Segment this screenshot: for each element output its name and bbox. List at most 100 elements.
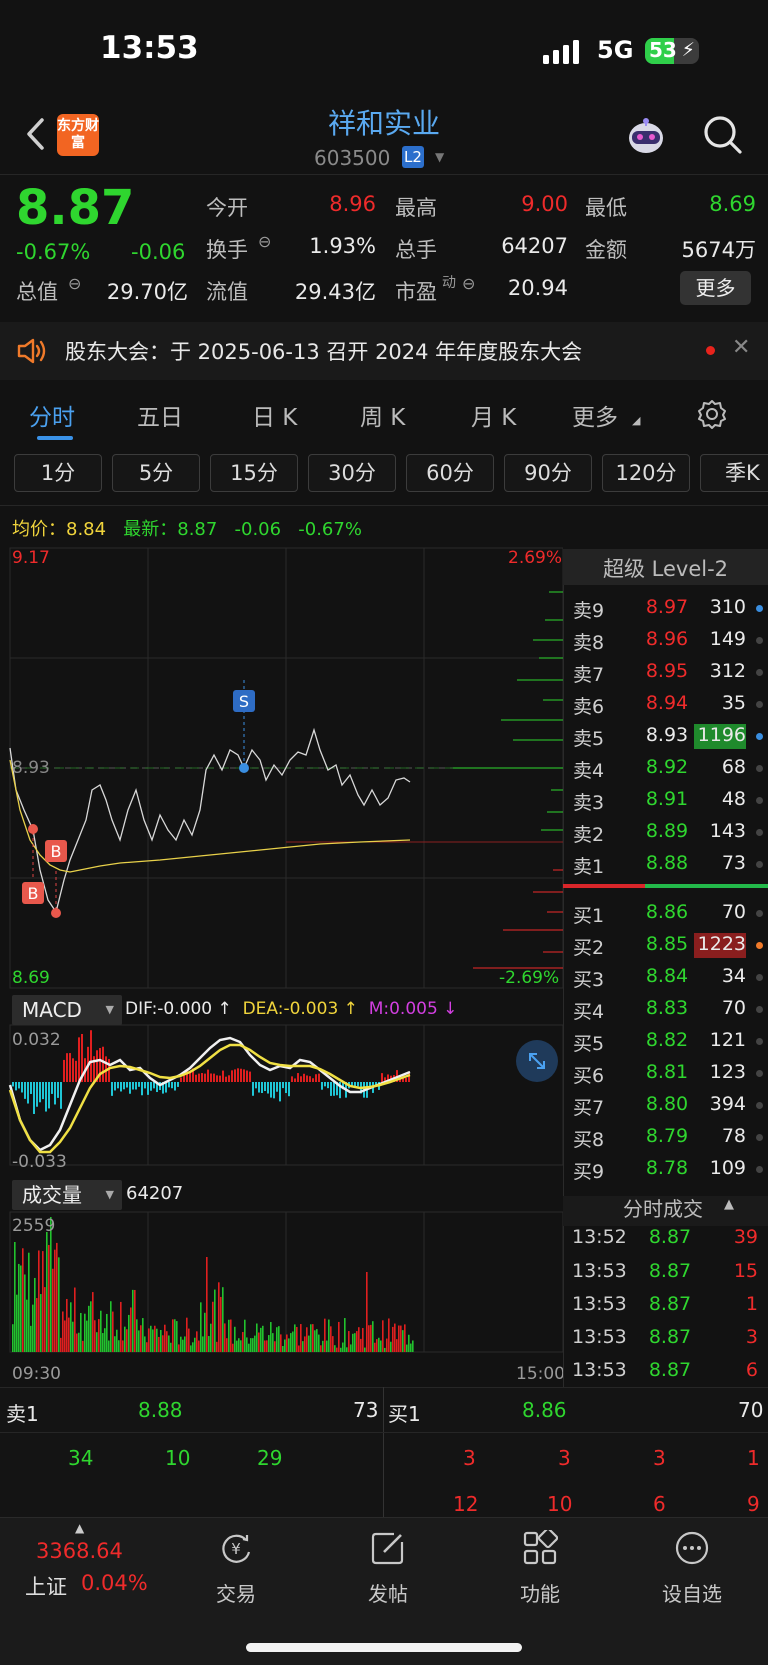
macd-bar [279, 1082, 281, 1102]
bid-volume: 70 [721, 901, 746, 923]
tab-trade[interactable]: ¥ 交易 [176, 1530, 296, 1607]
indicator-select-volume[interactable]: 成交量 ▼ [12, 1180, 122, 1210]
volume-bar [356, 1331, 358, 1352]
close-icon[interactable]: ✕ [732, 335, 750, 360]
volume-bar [102, 1333, 104, 1352]
bid-row[interactable]: 买3 8.84 34 [563, 962, 768, 992]
level2-badge: L2 [402, 146, 424, 168]
index-value[interactable]: 3368.64 [36, 1539, 123, 1563]
intraday-chart[interactable]: S B B [0, 540, 563, 1390]
ask-row[interactable]: 卖9 8.97 310 [563, 593, 768, 623]
robot-assistant-icon[interactable] [624, 114, 668, 158]
search-icon[interactable] [702, 114, 744, 156]
macd-bar [135, 1082, 137, 1090]
gear-icon[interactable] [697, 399, 727, 429]
ask-row[interactable]: 卖5 8.93 1196 [563, 721, 768, 751]
info-icon[interactable]: ⊖ [68, 274, 81, 293]
tab-five-day[interactable]: 五日 [137, 398, 183, 432]
chevron-up-icon[interactable]: ▲ [724, 1197, 734, 1212]
tab-intraday[interactable]: 分时 [29, 398, 75, 432]
macd-bar [39, 1082, 41, 1103]
bid-row[interactable]: 买8 8.79 78 [563, 1122, 768, 1152]
volume-bar [258, 1332, 260, 1352]
volume-bar [162, 1335, 164, 1352]
macd-bar [78, 1037, 80, 1082]
bid-row[interactable]: 买1 8.86 70 [563, 898, 768, 928]
bid-row[interactable]: 买7 8.80 394 [563, 1090, 768, 1120]
volume-bar [164, 1324, 166, 1352]
macd-bar [318, 1073, 320, 1082]
tab-more[interactable]: 更多 [572, 398, 618, 432]
bid-row[interactable]: 买5 8.82 121 [563, 1026, 768, 1056]
tick-price: 8.87 [648, 1260, 692, 1282]
period-1min[interactable]: 1分 [14, 454, 102, 492]
bid-row[interactable]: 买6 8.81 123 [563, 1058, 768, 1088]
ticks-title[interactable]: 分时成交 [623, 1193, 703, 1222]
macd-bar [252, 1082, 254, 1096]
notice-text[interactable]: 股东大会：于 2025-06-13 召开 2024 年年度股东大会 [65, 336, 582, 366]
ask-row[interactable]: 卖2 8.89 143 [563, 817, 768, 847]
period-60min[interactable]: 60分 [406, 454, 494, 492]
volume-bar [88, 1305, 90, 1352]
ask-row[interactable]: 卖1 8.88 73 [563, 849, 768, 879]
expand-chart-button[interactable] [516, 1040, 558, 1082]
level2-title[interactable]: 超级 Level-2 [563, 553, 768, 583]
bid-row[interactable]: 买4 8.83 70 [563, 994, 768, 1024]
tab-weekly-k[interactable]: 周 K [360, 398, 405, 432]
volume-bar [318, 1334, 320, 1352]
macd-bar [219, 1075, 221, 1082]
period-90min[interactable]: 90分 [504, 454, 592, 492]
bid-row[interactable]: 买9 8.78 109 [563, 1154, 768, 1184]
turnover-label: 换手 [206, 238, 248, 262]
ask-row[interactable]: 卖4 8.92 68 [563, 753, 768, 783]
period-15min[interactable]: 15分 [210, 454, 298, 492]
status-dot [756, 1070, 763, 1077]
index-change[interactable]: 0.04% [81, 1571, 148, 1595]
period-quarter-k[interactable]: 季K [700, 454, 768, 492]
info-icon[interactable]: ⊖ [258, 232, 271, 251]
volume-bar [292, 1331, 294, 1352]
ask-row[interactable]: 卖3 8.91 48 [563, 785, 768, 815]
macd-bar [264, 1082, 266, 1092]
status-dot [756, 733, 763, 740]
volume-bar [210, 1323, 212, 1352]
more-button[interactable]: 更多 [680, 271, 751, 305]
ref-price-label: 8.93 [12, 758, 50, 778]
bid-queue-item: 9 [747, 1492, 760, 1516]
status-dot [756, 701, 763, 708]
info-icon[interactable]: ⊖ [462, 274, 475, 293]
bid-price: 8.78 [645, 1157, 689, 1179]
tab-post[interactable]: 发帖 [328, 1530, 448, 1607]
amount-label: 金额 [585, 238, 627, 262]
macd-bar [90, 1030, 92, 1082]
volume-bar [406, 1344, 408, 1352]
ask-row[interactable]: 卖7 8.95 312 [563, 657, 768, 687]
period-5min[interactable]: 5分 [112, 454, 200, 492]
macd-bar [201, 1073, 203, 1082]
tab-functions[interactable]: 功能 [480, 1527, 600, 1607]
period-120min[interactable]: 120分 [602, 454, 690, 492]
chevron-up-icon[interactable]: ▲ [75, 1521, 84, 1535]
chevron-down-icon[interactable]: ▼ [435, 150, 444, 164]
volume-bar [182, 1339, 184, 1352]
bid-row[interactable]: 买2 8.85 1223 [563, 930, 768, 960]
volume-bar [90, 1301, 92, 1352]
period-30min[interactable]: 30分 [308, 454, 396, 492]
tab-monthly-k[interactable]: 月 K [471, 398, 516, 432]
volume-bar [158, 1336, 160, 1352]
volume-bar [52, 1268, 54, 1352]
tab-daily-k[interactable]: 日 K [252, 398, 297, 432]
indicator-select-macd[interactable]: MACD ▼ [12, 995, 122, 1025]
volume-bar [244, 1319, 246, 1352]
tab-add-watchlist[interactable]: 设自选 [632, 1530, 752, 1607]
ask-row[interactable]: 卖6 8.94 35 [563, 689, 768, 719]
ask-row[interactable]: 卖8 8.96 149 [563, 625, 768, 655]
volume-bar [132, 1289, 134, 1352]
tick-row: 13:53 8.87 15 [563, 1260, 768, 1290]
macd-bar [171, 1082, 173, 1089]
macd-bar [66, 1053, 68, 1082]
bid-queue-item: 1 [747, 1446, 760, 1470]
dropdown-icon: ▼ [105, 1188, 114, 1201]
macd-bar [27, 1082, 29, 1104]
index-name[interactable]: 上证 [25, 1571, 67, 1601]
